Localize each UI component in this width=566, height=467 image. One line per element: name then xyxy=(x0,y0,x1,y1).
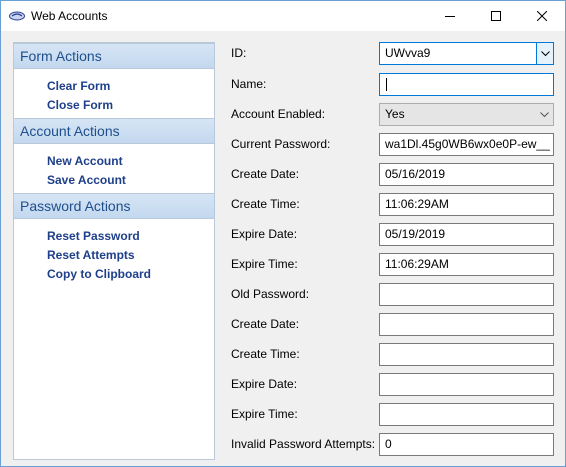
expire-date-label: Expire Date: xyxy=(231,227,298,241)
password-actions-header[interactable]: Password Actions xyxy=(14,193,214,219)
create-time-label: Create Time: xyxy=(231,197,300,211)
account-enabled-value: Yes xyxy=(385,107,405,121)
clear-form-link[interactable]: Clear Form xyxy=(47,79,110,93)
text-cursor xyxy=(386,78,387,91)
chevron-down-icon xyxy=(540,111,549,117)
chevron-down-icon xyxy=(540,50,550,56)
actions-panel: Form Actions Clear Form Close Form Accou… xyxy=(13,42,215,460)
new-account-link[interactable]: New Account xyxy=(47,154,123,168)
old-create-date-input[interactable] xyxy=(379,313,554,336)
title-bar[interactable]: Web Accounts xyxy=(1,1,565,31)
minimize-button[interactable] xyxy=(427,1,473,31)
old-expire-time-label: Expire Time: xyxy=(231,407,298,421)
reset-password-link[interactable]: Reset Password xyxy=(47,229,140,243)
old-expire-date-input[interactable] xyxy=(379,373,554,396)
create-date-input[interactable]: 05/16/2019 xyxy=(379,163,554,186)
client-area: Form Actions Clear Form Close Form Accou… xyxy=(1,31,565,466)
old-expire-time-input[interactable] xyxy=(379,403,554,426)
old-password-label: Old Password: xyxy=(231,287,310,301)
reset-attempts-link[interactable]: Reset Attempts xyxy=(47,248,135,262)
maximize-button[interactable] xyxy=(473,1,519,31)
id-combobox[interactable]: UWvva9 xyxy=(379,42,554,65)
id-label: ID: xyxy=(231,46,247,60)
account-enabled-dropdown-button[interactable] xyxy=(536,104,553,125)
current-password-input[interactable]: wa1Dl.45g0WB6wx0e0P-ew__ xyxy=(379,133,554,156)
save-account-link[interactable]: Save Account xyxy=(47,173,126,187)
id-dropdown-button[interactable] xyxy=(536,43,553,64)
name-input[interactable] xyxy=(379,73,554,96)
close-form-link[interactable]: Close Form xyxy=(47,98,113,112)
old-password-input[interactable] xyxy=(379,283,554,306)
window-title: Web Accounts xyxy=(31,9,108,23)
account-enabled-label: Account Enabled: xyxy=(231,107,326,121)
old-create-time-input[interactable] xyxy=(379,343,554,366)
invalid-attempts-label: Invalid Password Attempts: xyxy=(231,437,376,451)
id-value: UWvva9 xyxy=(385,46,431,60)
close-button[interactable] xyxy=(519,1,565,31)
minimize-icon xyxy=(445,16,455,17)
account-enabled-select[interactable]: Yes xyxy=(379,103,554,126)
copy-to-clipboard-link[interactable]: Copy to Clipboard xyxy=(47,267,151,281)
old-create-date-label: Create Date: xyxy=(231,317,300,331)
expire-time-label: Expire Time: xyxy=(231,257,298,271)
form-actions-header[interactable]: Form Actions xyxy=(14,43,214,69)
maximize-icon xyxy=(491,11,501,21)
expire-date-input[interactable]: 05/19/2019 xyxy=(379,223,554,246)
app-icon xyxy=(9,10,25,22)
create-time-input[interactable]: 11:06:29AM xyxy=(379,193,554,216)
expire-time-input[interactable]: 11:06:29AM xyxy=(379,253,554,276)
app-window: Web Accounts Form Actions Clear Form Clo… xyxy=(0,0,566,467)
close-icon xyxy=(537,11,547,21)
old-create-time-label: Create Time: xyxy=(231,347,300,361)
invalid-attempts-input[interactable]: 0 xyxy=(379,433,554,456)
create-date-label: Create Date: xyxy=(231,167,300,181)
current-password-label: Current Password: xyxy=(231,137,331,151)
old-expire-date-label: Expire Date: xyxy=(231,377,298,391)
account-actions-header[interactable]: Account Actions xyxy=(14,118,214,144)
name-label: Name: xyxy=(231,77,267,91)
